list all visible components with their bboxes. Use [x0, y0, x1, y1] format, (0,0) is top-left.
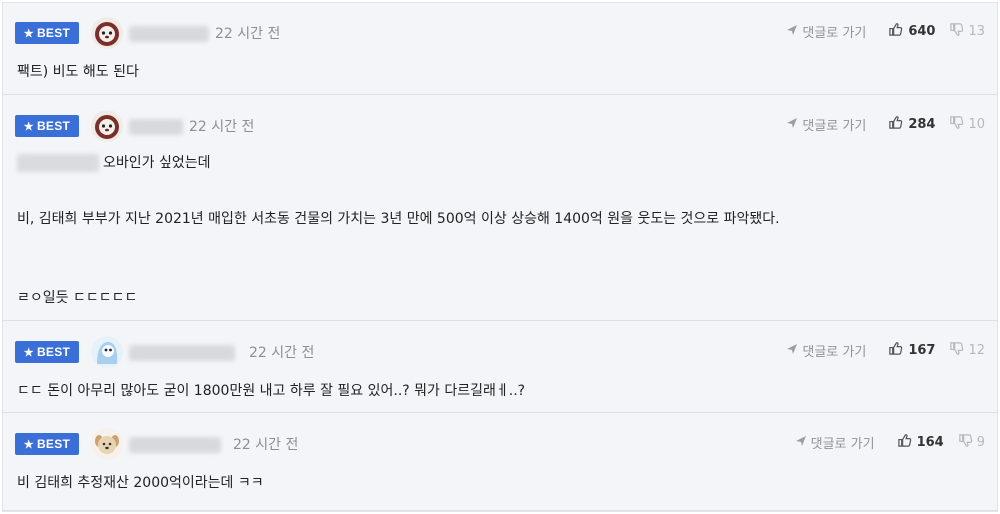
nickname-blurred[interactable]	[129, 119, 183, 135]
reply-label: 댓글로 가기	[810, 437, 875, 452]
best-badge: ★ BEST	[15, 433, 79, 455]
comment-header: ★ BEST 22 시간 전	[15, 424, 985, 464]
like-count: 640	[908, 24, 936, 39]
avatar[interactable]	[91, 336, 123, 368]
best-badge-label: BEST	[36, 345, 71, 359]
dislike-count: 9	[976, 435, 985, 450]
reply-arrow-icon	[786, 343, 798, 359]
comment-text: 팩트) 비도 해도 된다	[17, 64, 139, 80]
best-badge-label: BEST	[36, 437, 71, 451]
like-count: 167	[908, 343, 936, 358]
comment-header: ★ BEST 22 시간 전	[15, 13, 985, 53]
reply-link[interactable]: 댓글로 가기	[786, 115, 866, 134]
best-badge: ★ BEST	[15, 22, 79, 44]
like-button[interactable]: 167	[888, 341, 935, 360]
best-badge: ★ BEST	[15, 341, 79, 363]
thumbs-up-icon	[888, 341, 903, 360]
dislike-button[interactable]: 13	[949, 22, 985, 41]
comment-item: ★ BEST 22 시간 전 댓글로 가기 167 12 ㄷㄷ 돈이 아무리 많…	[3, 322, 997, 413]
comment-time: 22 시간 전	[215, 26, 281, 42]
comment-text: 오바인가 싶었는데	[103, 155, 211, 171]
reply-label: 댓글로 가기	[802, 345, 867, 360]
avatar[interactable]	[91, 110, 123, 142]
like-count: 164	[916, 435, 944, 450]
comment-text: ㄷㄷ 돈이 아무리 많아도 굳이 1800만원 내고 하루 잘 필요 있어..?…	[17, 383, 526, 399]
reply-arrow-icon	[786, 117, 798, 133]
comment-actions: 댓글로 가기 284 10	[786, 115, 985, 134]
star-icon: ★	[23, 27, 34, 40]
thumbs-down-icon	[949, 341, 964, 360]
thumbs-up-icon	[888, 115, 903, 134]
dislike-button[interactable]: 12	[949, 341, 985, 360]
comment-list: ★ BEST 22 시간 전 댓글로 가기 640 13 팩트) 비도 해도 된…	[2, 2, 998, 512]
like-count: 284	[908, 117, 936, 132]
thumbs-down-icon	[949, 115, 964, 134]
nickname-blurred[interactable]	[129, 26, 209, 42]
comment-item: ★ BEST 22 시간 전	[3, 3, 997, 95]
comment-actions: 댓글로 가기 164 9	[795, 433, 985, 452]
comment-time: 22 시간 전	[189, 119, 255, 135]
comment-actions: 댓글로 가기 167 12	[786, 341, 985, 360]
nickname-blurred[interactable]	[129, 345, 235, 361]
comment-time: 22 시간 전	[249, 345, 315, 361]
thumbs-up-icon	[888, 22, 903, 41]
thumbs-down-icon	[958, 433, 973, 452]
like-button[interactable]: 640	[888, 22, 935, 41]
reply-link[interactable]: 댓글로 가기	[786, 22, 866, 41]
star-icon: ★	[23, 346, 34, 359]
reply-link[interactable]: 댓글로 가기	[795, 433, 875, 452]
dislike-button[interactable]: 9	[958, 433, 985, 452]
comment-text: 비 김태희 추정재산 2000억이라는데 ㅋㅋ	[17, 475, 264, 491]
dislike-button[interactable]: 10	[949, 115, 985, 134]
thumbs-up-icon	[897, 433, 912, 452]
like-button[interactable]: 284	[888, 115, 935, 134]
comment-item: ★ BEST 22 시간 전	[3, 96, 997, 321]
comment-text: 비, 김태희 부부가 지난 2021년 매입한 서초동 건물의 가치는 3년 만…	[17, 211, 780, 227]
avatar[interactable]	[91, 17, 123, 49]
reply-link[interactable]: 댓글로 가기	[786, 341, 866, 360]
avatar[interactable]	[91, 428, 123, 460]
thumbs-down-icon	[949, 22, 964, 41]
quoted-text-blurred	[17, 154, 99, 172]
reply-label: 댓글로 가기	[802, 26, 867, 41]
comment-item: ★ BEST 22 시간 전	[3, 414, 997, 511]
comment-text: ㄹㅇ일듯 ㄷㄷㄷㄷㄷ	[17, 290, 138, 306]
comment-actions: 댓글로 가기 640 13	[786, 22, 985, 41]
dislike-count: 13	[968, 24, 985, 39]
like-button[interactable]: 164	[897, 433, 944, 452]
comment-body: 오바인가 싶었는데 비, 김태희 부부가 지난 2021년 매입한 서초동 건물…	[17, 152, 977, 312]
star-icon: ★	[23, 120, 34, 133]
comment-header: ★ BEST 22 시간 전	[15, 106, 985, 146]
reply-label: 댓글로 가기	[802, 119, 867, 134]
star-icon: ★	[23, 438, 34, 451]
nickname-blurred[interactable]	[129, 437, 221, 453]
dislike-count: 12	[968, 343, 985, 358]
reply-arrow-icon	[786, 24, 798, 40]
best-badge-label: BEST	[36, 119, 71, 133]
best-badge-label: BEST	[36, 26, 71, 40]
best-badge: ★ BEST	[15, 115, 79, 137]
reply-arrow-icon	[795, 435, 807, 451]
comment-time: 22 시간 전	[233, 437, 299, 453]
comment-header: ★ BEST 22 시간 전 댓글로 가기 167 12	[15, 332, 985, 372]
dislike-count: 10	[968, 117, 985, 132]
